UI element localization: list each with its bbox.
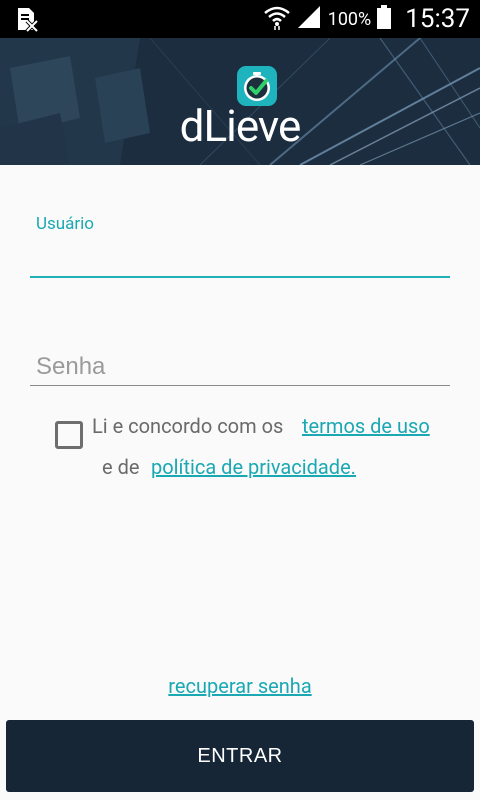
sim-missing-icon <box>14 6 40 33</box>
username-underline <box>30 276 450 278</box>
password-input[interactable] <box>30 348 450 386</box>
clock: 15:37 <box>405 4 470 34</box>
terms-checkbox[interactable] <box>55 421 83 449</box>
battery-icon <box>377 5 392 33</box>
terms-text-and: e de <box>102 455 140 479</box>
terms-of-use-link[interactable]: termos de uso <box>302 414 430 438</box>
username-input[interactable] <box>30 238 450 276</box>
signal-icon <box>296 4 322 34</box>
battery-percentage: 100% <box>327 8 372 30</box>
username-label: Usuário <box>36 214 95 234</box>
recover-password-link[interactable]: recuperar senha <box>168 674 311 698</box>
app-logo-text: dLieve <box>179 100 302 152</box>
status-bar: 100% 15:37 <box>0 0 480 38</box>
terms-text: Li e concordo com os <box>92 414 284 438</box>
password-underline <box>30 385 450 386</box>
enter-button[interactable]: ENTRAR <box>6 720 474 792</box>
wifi-icon <box>263 4 290 34</box>
privacy-policy-link[interactable]: política de privacidade. <box>151 455 356 479</box>
header-banner: dLieve <box>0 38 480 165</box>
recover-container: recuperar senha <box>0 674 480 698</box>
